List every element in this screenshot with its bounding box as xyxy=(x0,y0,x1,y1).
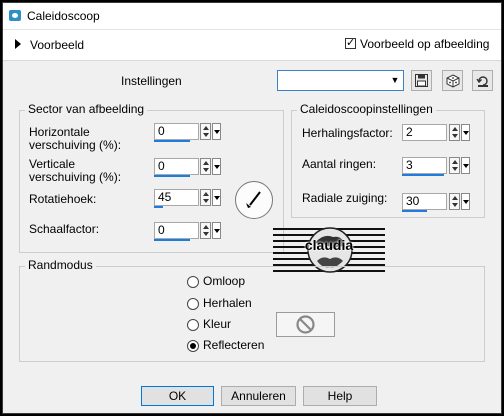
scale-spinner[interactable] xyxy=(200,222,211,239)
h-offset-spinner[interactable] xyxy=(200,123,211,140)
v-offset-label-line2: verschuiving (%): xyxy=(29,170,122,184)
reset-button[interactable] xyxy=(472,70,493,91)
app-icon xyxy=(9,10,21,21)
edge-option-wrap-label[interactable]: Omloop xyxy=(203,274,245,288)
v-offset-spinner[interactable] xyxy=(200,158,211,175)
watermark-text: claudia xyxy=(304,237,354,253)
repeat-label: Herhalingsfactor: xyxy=(302,126,393,140)
radial-label: Radiale zuiging: xyxy=(302,191,388,205)
h-offset-input[interactable]: 0 xyxy=(154,123,199,140)
dial-needle-icon xyxy=(246,191,261,208)
separator xyxy=(3,60,501,61)
scale-slider[interactable] xyxy=(154,239,190,241)
sector-group-title: Sector van afbeelding xyxy=(25,102,148,116)
edge-option-reflect-label[interactable]: Reflecteren xyxy=(203,338,264,352)
kaleidoscope-group-title: Caleidoscoopinstellingen xyxy=(297,102,436,116)
no-color-icon xyxy=(296,315,315,334)
presets-label: Instellingen xyxy=(121,74,182,88)
h-offset-label-line2: verschuiving (%): xyxy=(29,138,122,152)
h-offset-label-line1: Horizontale xyxy=(29,125,90,139)
rings-dropdown[interactable] xyxy=(461,157,470,174)
repeat-dropdown[interactable] xyxy=(461,124,470,141)
preview-on-image-label[interactable]: Voorbeeld op afbeelding xyxy=(360,37,489,51)
h-offset-slider[interactable] xyxy=(154,140,190,142)
v-offset-input[interactable]: 0 xyxy=(154,158,199,175)
repeat-spinner[interactable] xyxy=(449,124,460,141)
radial-spinner[interactable] xyxy=(449,193,460,210)
h-offset-dropdown[interactable] xyxy=(212,123,221,140)
rings-spinner[interactable] xyxy=(449,157,460,174)
edge-radio-reflect[interactable] xyxy=(187,340,199,352)
rotation-spinner[interactable] xyxy=(200,189,211,206)
radial-input[interactable]: 30 xyxy=(402,193,447,210)
expand-triangle-icon[interactable] xyxy=(15,39,21,49)
edge-mode-group-title: Randmodus xyxy=(25,258,96,272)
rings-label: Aantal ringen: xyxy=(302,157,377,171)
radial-slider[interactable] xyxy=(402,210,427,212)
rotation-dial[interactable] xyxy=(235,181,273,219)
save-icon xyxy=(415,74,428,87)
ok-button[interactable]: OK xyxy=(141,386,214,406)
v-offset-label-line1: Verticale xyxy=(29,157,76,171)
scale-dropdown[interactable] xyxy=(212,222,221,239)
dice-icon xyxy=(446,73,459,88)
color-swatch[interactable] xyxy=(276,312,335,337)
edge-option-repeat-label[interactable]: Herhalen xyxy=(203,296,252,310)
edge-radio-wrap[interactable] xyxy=(187,276,199,288)
rotation-slider[interactable] xyxy=(154,206,163,208)
scale-label: Schaalfactor: xyxy=(29,222,100,236)
scale-input[interactable]: 0 xyxy=(154,222,199,239)
presets-dropdown[interactable]: ▼ xyxy=(277,70,404,91)
chevron-down-icon[interactable]: ▼ xyxy=(389,73,401,88)
rotation-label: Rotatiehoek: xyxy=(29,192,97,206)
edge-radio-repeat[interactable] xyxy=(187,298,199,310)
rotation-input[interactable]: 45 xyxy=(154,189,199,206)
save-preset-button[interactable] xyxy=(411,70,432,91)
cancel-button[interactable]: Annuleren xyxy=(221,386,296,406)
v-offset-slider[interactable] xyxy=(154,175,190,177)
preview-toggle-label[interactable]: Voorbeeld xyxy=(30,38,84,52)
edge-option-color-label[interactable]: Kleur xyxy=(203,317,231,331)
help-button[interactable]: Help xyxy=(303,386,377,406)
preview-on-image-checkbox[interactable] xyxy=(345,36,356,50)
rings-input[interactable]: 3 xyxy=(402,157,447,174)
radial-dropdown[interactable] xyxy=(461,193,470,210)
edge-radio-color[interactable] xyxy=(187,319,199,331)
reset-icon xyxy=(475,75,488,87)
v-offset-dropdown[interactable] xyxy=(212,158,221,175)
rings-slider[interactable] xyxy=(402,174,444,176)
repeat-input[interactable]: 2 xyxy=(402,124,447,141)
rotation-dropdown[interactable] xyxy=(212,189,221,206)
randomize-button[interactable] xyxy=(442,70,463,91)
kaleidoscope-dialog: Caleidoscoop Voorbeeld Voorbeeld op afbe… xyxy=(2,2,502,414)
window-title: Caleidoscoop xyxy=(27,9,100,23)
